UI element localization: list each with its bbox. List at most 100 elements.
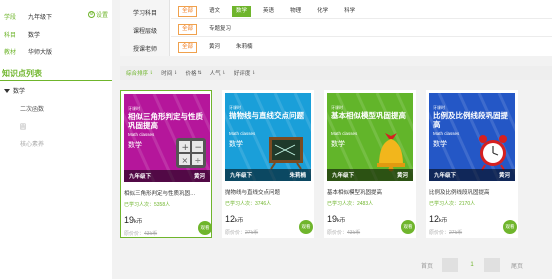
filter-option-all[interactable]: 全部: [178, 5, 198, 17]
sort-comprehensive[interactable]: 综合排序 ⇂: [126, 69, 153, 77]
course-price: 19k币: [327, 214, 345, 224]
pager-prev-button[interactable]: [442, 258, 458, 272]
tree-item[interactable]: 核心素养: [20, 139, 44, 148]
price-unit: k币: [337, 218, 346, 224]
course-price: 12k币: [225, 214, 243, 224]
settings-button[interactable]: ⚙ 设置: [87, 10, 108, 19]
original-price-label: 原价价：: [124, 231, 145, 237]
filter-option-chinese[interactable]: 语文: [205, 6, 224, 17]
filter-option-english[interactable]: 英语: [259, 6, 278, 17]
course-grade: 九年级下: [434, 173, 457, 179]
course-name[interactable]: 抛物线与直线交点问题: [225, 188, 311, 196]
filter-option-teacher[interactable]: 黄河: [205, 42, 224, 53]
info-label: 科目: [4, 32, 17, 39]
course-thumbnail[interactable]: 牙课时 抛物线与直线交点问题 Math classes 数学 九年级下 朱莉楠: [225, 93, 311, 181]
arrow-down-icon: ⇂: [173, 70, 178, 76]
info-row-textbook: 教材 华师大版: [4, 45, 108, 57]
course-card[interactable]: 牙课时 抛物线与直线交点问题 Math classes 数学 九年级下 朱莉楠 …: [222, 90, 314, 238]
filter-label: 授课老师: [132, 47, 157, 53]
course-thumbnail[interactable]: 牙课时 基本相似模型巩固提高 Math classes 数学 九年级下 黄河: [327, 93, 413, 181]
course-name[interactable]: 比例及比例线段巩固提高: [429, 188, 515, 196]
course-english: Math classes: [433, 131, 460, 136]
course-grade: 九年级下: [230, 173, 253, 179]
price-unit: k币: [439, 218, 448, 224]
sort-label: 时间: [161, 71, 173, 77]
course-thumbnail[interactable]: 牙课时 比例及比例线段巩固提高 Math classes 数学 九年级下 黄河: [429, 93, 515, 181]
course-subject: 数学: [229, 141, 243, 148]
sort-label: 好评度: [233, 71, 251, 77]
course-thumb-title: 抛物线与直线交点问题: [229, 111, 304, 120]
sort-popularity[interactable]: 人气 ⇂: [210, 69, 226, 77]
divider: [0, 80, 112, 81]
watch-button[interactable]: 观看: [198, 221, 212, 235]
sort-price[interactable]: 价格 ⇅: [185, 69, 201, 77]
original-price: 原价价：43k币: [124, 230, 157, 237]
watch-button[interactable]: 观看: [299, 220, 313, 234]
course-card[interactable]: + − × ÷ 牙课时 相似三角形判定与性质巩固提高 Math classes …: [120, 90, 212, 238]
course-teacher: 黄河: [396, 173, 408, 179]
course-name[interactable]: 相似三角形判定与性质巩固…: [124, 189, 210, 197]
price-value: 12: [225, 214, 236, 224]
course-thumb-title: 比例及比例线段巩固提高: [433, 111, 508, 129]
filter-option-all[interactable]: 全部: [178, 41, 198, 53]
pager-current[interactable]: 1: [466, 258, 478, 272]
filter-row-teacher: 全部 黄河 朱莉楠: [178, 41, 265, 53]
course-subject: 数学: [433, 141, 447, 148]
pager-next-button[interactable]: [484, 258, 500, 272]
watch-button[interactable]: 观看: [401, 220, 415, 234]
pager-last[interactable]: 尾页: [508, 258, 526, 272]
arrow-down-icon: ⇂: [251, 70, 256, 76]
tree-item[interactable]: 二次函数: [20, 104, 44, 113]
info-value: 华师大版: [28, 49, 53, 56]
sort-label: 价格: [185, 71, 197, 77]
thumb-footer: 九年级下 黄河: [327, 169, 413, 181]
course-subject: 数学: [331, 141, 345, 148]
course-card[interactable]: 牙课时 比例及比例线段巩固提高 Math classes 数学 九年级下 黄河 …: [426, 90, 518, 238]
course-english: Math classes: [331, 131, 358, 136]
original-price-value: 43k币: [144, 231, 158, 237]
pager-first[interactable]: 首页: [418, 258, 436, 272]
learned-count: 已学习人次：3746人: [225, 201, 272, 207]
filter-option-chemistry[interactable]: 化学: [313, 6, 332, 17]
tree-item[interactable]: 圆: [20, 122, 26, 131]
filter-option-math[interactable]: 数学: [232, 5, 252, 17]
filter-option-review[interactable]: 专题复习: [205, 24, 235, 35]
info-label: 教材: [4, 49, 17, 56]
gear-icon: ⚙: [87, 11, 95, 18]
sort-label: 人气: [209, 71, 221, 77]
filter-option-science[interactable]: 科学: [340, 6, 359, 17]
course-subject: 数学: [128, 142, 142, 149]
course-thumbnail[interactable]: + − × ÷ 牙课时 相似三角形判定与性质巩固提高 Math classes …: [124, 94, 210, 182]
tree-root-label: 数学: [13, 89, 26, 95]
price-value: 19: [327, 214, 338, 224]
filter-option-all[interactable]: 全部: [178, 23, 198, 35]
svg-text:+: +: [182, 143, 190, 153]
original-price-label: 原价价：: [429, 230, 450, 236]
knowledge-list-title: 知识点列表: [2, 69, 42, 78]
svg-text:÷: ÷: [195, 156, 202, 165]
info-row-subject: 科目 数学: [4, 28, 108, 40]
course-card[interactable]: 牙课时 基本相似模型巩固提高 Math classes 数学 九年级下 黄河 基…: [324, 90, 416, 238]
watch-button[interactable]: 观看: [503, 220, 517, 234]
sort-label: 综合排序: [126, 71, 149, 77]
course-teacher: 朱莉楠: [289, 173, 306, 179]
filter-panel: 学习科目 课程层级 授课老师 全部 语文 数学 英语 物理 化学 科学 全部 专…: [120, 0, 552, 56]
filter-option-physics[interactable]: 物理: [286, 6, 305, 17]
learned-count: 已学习人次：5358人: [124, 202, 171, 208]
course-thumb-title: 相似三角形判定与性质巩固提高: [128, 112, 203, 130]
info-value: 数学: [28, 32, 41, 39]
original-price-label: 原价价：: [327, 230, 348, 236]
svg-text:−: −: [195, 143, 203, 153]
sort-bar: 综合排序 ⇂ 时间 ⇂ 价格 ⇅ 人气 ⇂ 好评度 ⇂: [120, 66, 552, 80]
tree-root-math[interactable]: 数学: [4, 86, 25, 95]
course-name[interactable]: 基本相似模型巩固提高: [327, 188, 413, 196]
learned-count: 已学习人次：2170人: [429, 201, 476, 207]
sort-rating[interactable]: 好评度 ⇂: [234, 69, 256, 77]
sort-time[interactable]: 时间 ⇂: [161, 69, 177, 77]
course-grade: 九年级下: [332, 173, 355, 179]
info-value: 九年级下: [28, 14, 53, 21]
price-value: 12: [429, 214, 440, 224]
filter-label: 学习科目: [132, 11, 157, 17]
thumb-footer: 九年级下 黄河: [429, 169, 515, 181]
filter-option-teacher[interactable]: 朱莉楠: [232, 42, 257, 53]
